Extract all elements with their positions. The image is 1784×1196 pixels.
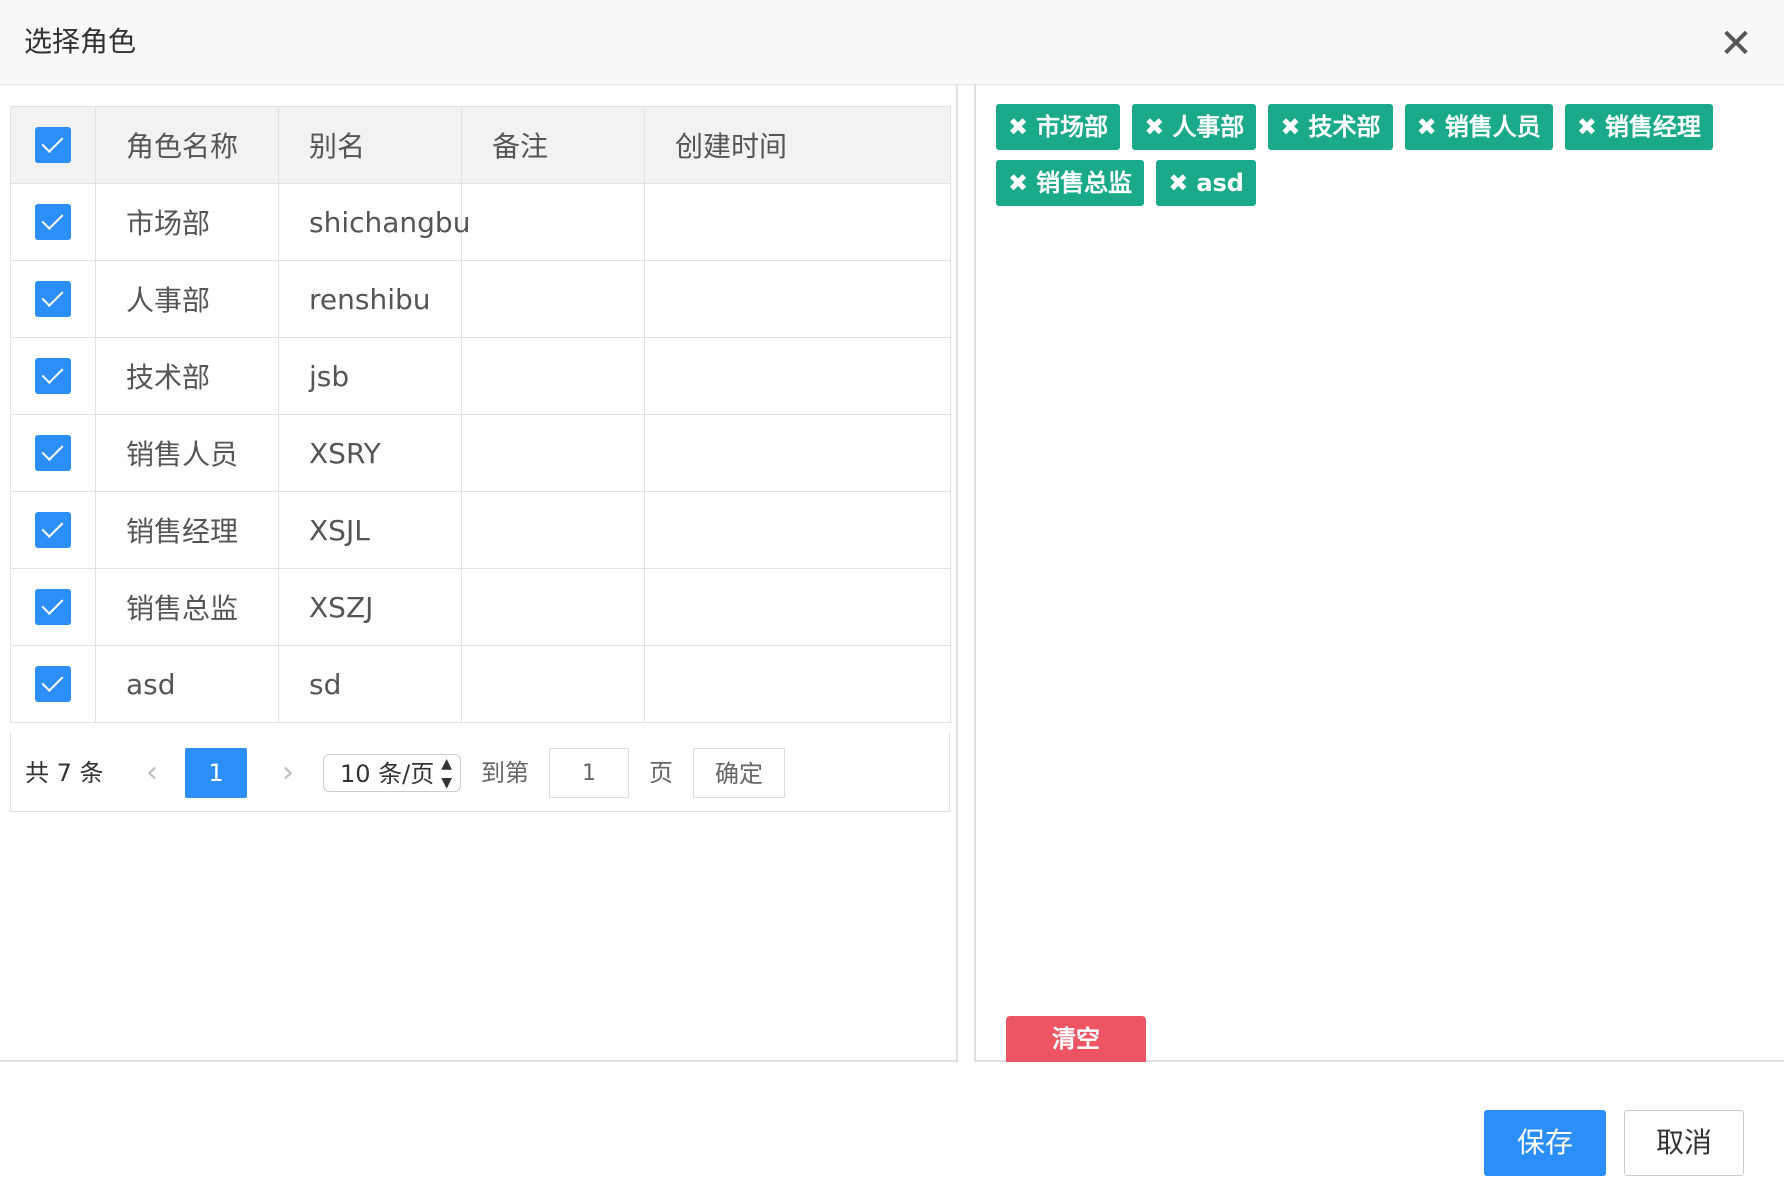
role-created <box>644 645 951 723</box>
close-icon[interactable]: ✕ <box>1716 24 1756 64</box>
column-header-created: 创建时间 <box>644 106 951 184</box>
role-alias: renshibu <box>278 260 462 338</box>
tag-label: 销售总监 <box>1036 169 1133 197</box>
select-all-checkbox[interactable] <box>35 127 71 163</box>
page-unit-label: 页 <box>649 759 673 787</box>
row-checkbox[interactable] <box>35 512 71 548</box>
table-row[interactable]: 销售总监 XSZJ <box>10 568 951 646</box>
row-checkbox-cell[interactable] <box>10 183 96 261</box>
selected-tag[interactable]: ✖ 人事部 <box>1132 104 1257 150</box>
select-all-cell[interactable] <box>10 106 96 184</box>
role-remark <box>461 568 645 646</box>
role-alias: jsb <box>278 337 462 415</box>
row-checkbox-cell[interactable] <box>10 337 96 415</box>
role-alias: XSZJ <box>278 568 462 646</box>
role-alias: shichangbu <box>278 183 470 261</box>
tag-label: 技术部 <box>1308 113 1381 141</box>
role-remark <box>461 183 645 261</box>
goto-confirm-button[interactable]: 确定 <box>693 748 785 798</box>
role-table: 角色名称 别名 备注 创建时间 市场部 shichangbu 人事部 rensh… <box>10 106 951 723</box>
clear-button[interactable]: 清空 <box>1006 1016 1146 1062</box>
table-row[interactable]: 人事部 renshibu <box>10 260 951 338</box>
role-created <box>644 260 951 338</box>
role-remark <box>461 260 645 338</box>
role-name: 市场部 <box>95 183 279 261</box>
sort-arrows-icon: ▲ ▼ <box>441 756 452 791</box>
row-checkbox[interactable] <box>35 281 71 317</box>
dialog-header: 选择角色 ✕ <box>0 0 1784 85</box>
goto-label: 到第 <box>481 759 529 787</box>
row-checkbox-cell[interactable] <box>10 414 96 492</box>
row-checkbox[interactable] <box>35 435 71 471</box>
remove-tag-icon[interactable]: ✖ <box>1168 169 1188 197</box>
chevron-left-icon[interactable]: ‹ <box>137 748 167 798</box>
chevron-right-icon[interactable]: › <box>273 748 303 798</box>
remove-tag-icon[interactable]: ✖ <box>1280 113 1300 141</box>
table-header-row: 角色名称 别名 备注 创建时间 <box>10 106 951 184</box>
page-button-1[interactable]: 1 <box>185 748 247 798</box>
role-alias: XSRY <box>278 414 462 492</box>
row-checkbox-cell[interactable] <box>10 568 96 646</box>
column-header-alias: 别名 <box>278 106 462 184</box>
row-checkbox[interactable] <box>35 358 71 394</box>
tag-label: asd <box>1196 169 1244 197</box>
pagination: 共 7 条 ‹ 1 › 10 条/页 ▲ ▼ 到第 1 页 确定 <box>10 732 950 812</box>
remove-tag-icon[interactable]: ✖ <box>1008 169 1028 197</box>
role-created <box>644 491 951 569</box>
row-checkbox-cell[interactable] <box>10 260 96 338</box>
role-list-panel: 角色名称 别名 备注 创建时间 市场部 shichangbu 人事部 rensh… <box>0 84 958 1062</box>
role-name: 销售总监 <box>95 568 279 646</box>
selected-tag[interactable]: ✖ 市场部 <box>996 104 1121 150</box>
save-button[interactable]: 保存 <box>1484 1110 1606 1176</box>
row-checkbox[interactable] <box>35 589 71 625</box>
selected-tags: ✖ 市场部 ✖ 人事部 ✖ 技术部 ✖ 销售人员 ✖ 销售经理 ✖ 销售总监 ✖ asd <box>996 104 1756 216</box>
remove-tag-icon[interactable]: ✖ <box>1008 113 1028 141</box>
remove-tag-icon[interactable]: ✖ <box>1577 113 1597 141</box>
role-name: 技术部 <box>95 337 279 415</box>
role-created <box>644 568 951 646</box>
selected-tag[interactable]: ✖ 销售人员 <box>1404 104 1553 150</box>
tag-label: 销售人员 <box>1444 113 1541 141</box>
row-checkbox[interactable] <box>35 204 71 240</box>
tag-label: 销售经理 <box>1604 113 1701 141</box>
remove-tag-icon[interactable]: ✖ <box>1144 113 1164 141</box>
tag-label: 市场部 <box>1036 113 1109 141</box>
role-name: 人事部 <box>95 260 279 338</box>
page-size-value: 10 条/页 <box>340 760 435 788</box>
column-header-name: 角色名称 <box>95 106 279 184</box>
role-remark <box>461 414 645 492</box>
pagination-total: 共 7 条 <box>25 759 104 787</box>
selected-tag[interactable]: ✖ asd <box>1156 160 1256 206</box>
role-remark <box>461 645 645 723</box>
selected-tag[interactable]: ✖ 销售总监 <box>996 160 1145 206</box>
role-remark <box>461 337 645 415</box>
selected-roles-panel: ✖ 市场部 ✖ 人事部 ✖ 技术部 ✖ 销售人员 ✖ 销售经理 ✖ 销售总监 ✖ asd 清空 <box>974 84 1784 1062</box>
row-checkbox-cell[interactable] <box>10 645 96 723</box>
role-name: 销售人员 <box>95 414 279 492</box>
selected-tag[interactable]: ✖ 技术部 <box>1268 104 1393 150</box>
role-name: asd <box>95 645 279 723</box>
tag-label: 人事部 <box>1172 113 1245 141</box>
table-row[interactable]: 技术部 jsb <box>10 337 951 415</box>
remove-tag-icon[interactable]: ✖ <box>1417 113 1437 141</box>
page-size-select[interactable]: 10 条/页 ▲ ▼ <box>323 754 461 792</box>
table-row[interactable]: 销售人员 XSRY <box>10 414 951 492</box>
dialog-title: 选择角色 <box>24 25 137 58</box>
row-checkbox-cell[interactable] <box>10 491 96 569</box>
column-header-remark: 备注 <box>461 106 645 184</box>
selected-tag[interactable]: ✖ 销售经理 <box>1564 104 1713 150</box>
table-row[interactable]: asd sd <box>10 645 951 723</box>
role-created <box>644 337 951 415</box>
role-alias: XSJL <box>278 491 462 569</box>
role-name: 销售经理 <box>95 491 279 569</box>
cancel-button[interactable]: 取消 <box>1624 1110 1744 1176</box>
row-checkbox[interactable] <box>35 666 71 702</box>
role-remark <box>461 491 645 569</box>
goto-page-input[interactable]: 1 <box>549 748 629 798</box>
table-row[interactable]: 销售经理 XSJL <box>10 491 951 569</box>
role-created <box>644 183 951 261</box>
table-row[interactable]: 市场部 shichangbu <box>10 183 951 261</box>
role-created <box>644 414 951 492</box>
role-alias: sd <box>278 645 462 723</box>
